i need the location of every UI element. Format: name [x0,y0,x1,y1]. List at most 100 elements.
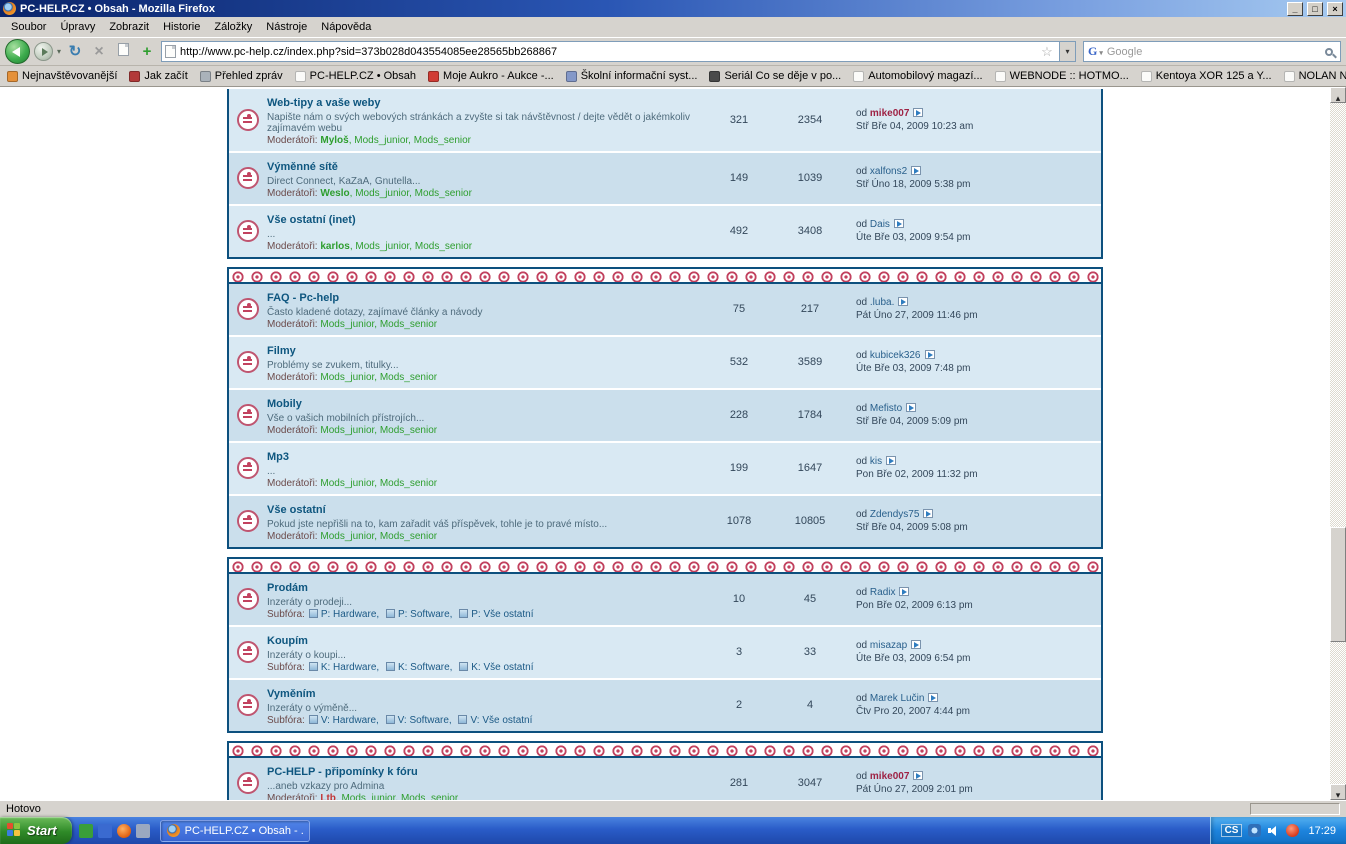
last-poster-link[interactable]: Mefisto [870,403,902,414]
moderator-links[interactable]: Mods_junior, Mods_senior [320,425,437,436]
forum-link[interactable]: PC-HELP - připomínky k fóru [267,766,418,778]
moderator-link[interactable]: Myloš [320,135,348,146]
moderator-link[interactable]: Weslo [320,188,349,199]
goto-last-post-icon[interactable] [899,587,909,596]
bookmark-item[interactable]: Seriál Co se děje v po... [709,70,841,82]
forum-link[interactable]: Vše ostatní [267,504,326,516]
keyboard-layout-indicator[interactable]: CS [1221,824,1243,837]
goto-last-post-icon[interactable] [913,771,923,780]
goto-last-post-icon[interactable] [913,108,923,117]
refresh-button[interactable] [65,42,85,62]
forum-link[interactable]: Mobily [267,398,302,410]
last-poster-link[interactable]: Radix [870,587,896,598]
goto-last-post-icon[interactable] [906,403,916,412]
last-poster-link[interactable]: Dais [870,219,890,230]
moderator-link[interactable]: Ltb [320,793,336,800]
moderator-link[interactable]: karlos [320,241,349,252]
menu-help[interactable]: Nápověda [314,18,378,36]
last-poster-link[interactable]: xalfons2 [870,166,907,177]
moderator-links[interactable]: , Mods_junior, Mods_senior [349,135,471,146]
menu-history[interactable]: Historie [156,18,207,36]
menu-edit[interactable]: Úpravy [53,18,102,36]
start-button[interactable]: Start [0,817,72,844]
forum-link[interactable]: Vyměním [267,688,316,700]
moderator-links[interactable]: Mods_junior, Mods_senior [320,478,437,489]
url-bar[interactable]: http://www.pc-help.cz/index.php?sid=373b… [161,41,1076,62]
scrollbar-thumb[interactable] [1330,527,1346,642]
menu-view[interactable]: Zobrazit [102,18,156,36]
alert-tray-icon[interactable] [1286,824,1299,837]
menu-bookmarks[interactable]: Záložky [207,18,259,36]
taskbar-clock[interactable]: 17:29 [1308,825,1336,837]
goto-last-post-icon[interactable] [911,640,921,649]
volume-tray-icon[interactable] [1267,824,1280,837]
forum-link[interactable]: Vše ostatní (inet) [267,214,356,226]
search-box[interactable]: Google [1083,41,1341,62]
subforum-link[interactable]: V: Software [382,715,455,726]
taskbar-window-button[interactable]: PC-HELP.CZ • Obsah - ... [160,820,310,842]
subforum-link[interactable]: K: Software [382,662,455,673]
close-button[interactable]: × [1327,2,1343,16]
back-button[interactable] [5,39,30,64]
moderator-links[interactable]: Mods_junior, Mods_senior [320,319,437,330]
bookmark-star-icon[interactable] [1039,43,1055,61]
goto-last-post-icon[interactable] [928,693,938,702]
url-text[interactable]: http://www.pc-help.cz/index.php?sid=373b… [180,46,1035,58]
moderator-links[interactable]: Mods_junior, Mods_senior [320,372,437,383]
minimize-button[interactable]: _ [1287,2,1303,16]
quick-launch-icon[interactable] [117,824,131,838]
moderator-links[interactable]: , Mods_junior, Mods_senior [350,241,472,252]
google-engine-icon[interactable] [1088,44,1103,59]
forum-link[interactable]: Koupím [267,635,308,647]
subforum-link[interactable]: K: Vše ostatní [455,662,533,673]
bookmark-item[interactable]: Jak začít [129,70,187,82]
stop-button[interactable] [89,42,109,62]
last-poster-link[interactable]: Zdendys75 [870,509,919,520]
network-tray-icon[interactable] [1248,824,1261,837]
forum-link[interactable]: Filmy [267,345,296,357]
last-poster-link[interactable]: Marek Lučin [870,693,924,704]
last-poster-link[interactable]: kubicek326 [870,350,921,361]
maximize-button[interactable]: □ [1307,2,1323,16]
bookmark-item[interactable]: Moje Aukro - Aukce -... [428,70,554,82]
search-magnifier-icon[interactable] [1325,48,1333,56]
last-poster-link[interactable]: misazap [870,640,907,651]
subforum-link[interactable]: V: Hardware [305,715,382,726]
vertical-scrollbar[interactable] [1330,87,1346,800]
subforum-link[interactable]: K: Hardware [305,662,382,673]
history-dropdown-icon[interactable] [57,47,61,56]
subforum-link[interactable]: P: Hardware [305,609,382,620]
forum-link[interactable]: Prodám [267,582,308,594]
last-poster-link[interactable]: mike007 [870,771,909,782]
bookmark-item[interactable]: Školní informační syst... [566,70,698,82]
goto-last-post-icon[interactable] [911,166,921,175]
last-poster-link[interactable]: mike007 [870,108,909,119]
search-placeholder[interactable]: Google [1107,46,1321,58]
goto-last-post-icon[interactable] [925,350,935,359]
forum-link[interactable]: Web-tipy a vaše weby [267,97,381,109]
bookmark-item[interactable]: Nejnavštěvovanější [7,70,117,82]
forward-button[interactable] [34,42,53,61]
quick-launch-icon[interactable] [79,824,93,838]
quick-launch-icon[interactable] [136,824,150,838]
menu-file[interactable]: Soubor [4,18,53,36]
bookmark-item[interactable]: NOLAN N103 CLASSI... [1284,70,1346,82]
page-action-icon[interactable] [113,42,133,62]
last-poster-link[interactable]: .luba. [870,297,894,308]
bookmark-item[interactable]: Přehled zpráv [200,70,283,82]
forum-link[interactable]: FAQ - Pc-help [267,292,339,304]
last-poster-link[interactable]: kis [870,456,882,467]
new-tab-icon[interactable] [137,42,157,62]
moderator-links[interactable]: , Mods_junior, Mods_senior [336,793,458,800]
bookmark-item[interactable]: WEBNODE :: HOTMO... [995,70,1129,82]
moderator-links[interactable]: Mods_junior, Mods_senior [320,531,437,542]
goto-last-post-icon[interactable] [886,456,896,465]
scroll-down-button[interactable] [1330,784,1346,800]
subforum-link[interactable]: P: Software [382,609,455,620]
bookmark-item[interactable]: Kentoya XOR 125 a Y... [1141,70,1272,82]
scroll-up-button[interactable] [1330,87,1346,103]
moderator-links[interactable]: , Mods_junior, Mods_senior [350,188,472,199]
forum-link[interactable]: Výměnné sítě [267,161,338,173]
goto-last-post-icon[interactable] [894,219,904,228]
menu-tools[interactable]: Nástroje [259,18,314,36]
